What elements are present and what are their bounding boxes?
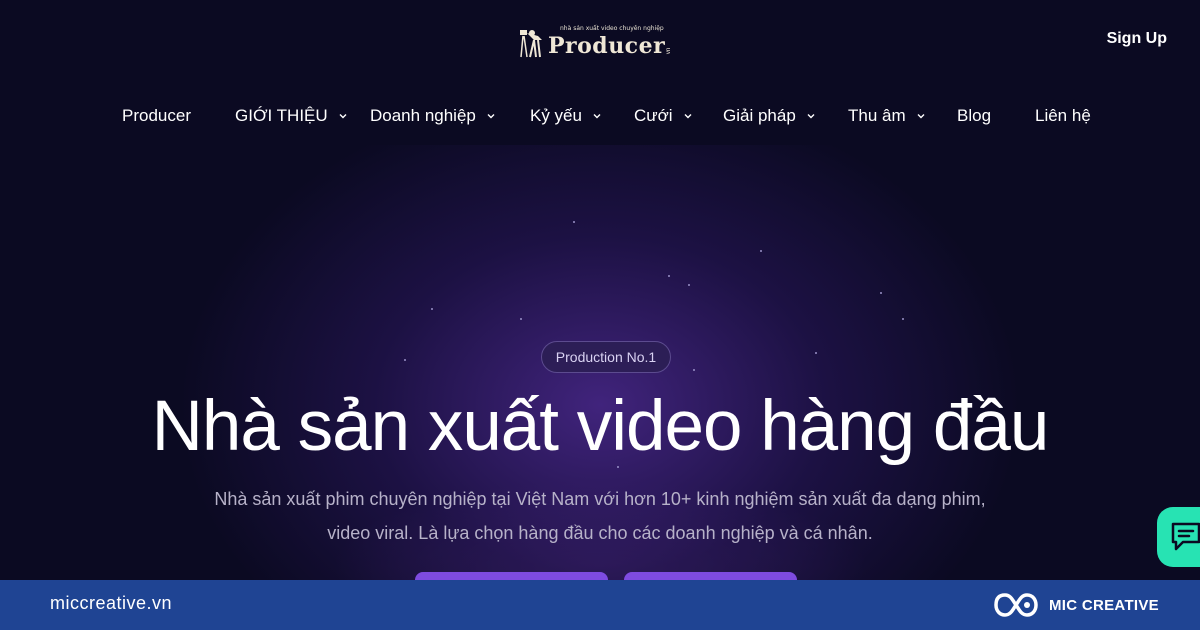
main-nav: Producer GIỚI THIỆU Doanh nghiệp Kỷ yếu … bbox=[0, 106, 1200, 128]
mic-creative-logo: MIC CREATIVE bbox=[993, 591, 1159, 619]
nav-item-gioi-thieu[interactable]: GIỚI THIỆU bbox=[235, 106, 348, 126]
chevron-down-icon bbox=[917, 114, 925, 119]
nav-item-label: Blog bbox=[957, 106, 992, 125]
nav-item-thu-am[interactable]: Thu âm bbox=[848, 106, 926, 126]
chat-widget-button[interactable] bbox=[1157, 507, 1200, 567]
logo-suffix: vn bbox=[666, 47, 673, 55]
nav-item-label: Giải pháp bbox=[723, 106, 796, 125]
footer-domain: miccreative.vn bbox=[50, 593, 173, 613]
hero-subtext-line-1: Nhà sản xuất phim chuyên nghiệp tại Việt… bbox=[214, 489, 986, 509]
nav-item-label: Liên hệ bbox=[1035, 106, 1091, 125]
nav-item-label: Thu âm bbox=[848, 106, 906, 125]
chevron-down-icon bbox=[684, 114, 692, 119]
nav-item-label: Kỷ yếu bbox=[530, 106, 582, 125]
nav-item-producer[interactable]: Producer bbox=[122, 106, 191, 126]
nav-item-label: Producer bbox=[122, 106, 191, 125]
footer-brand-name: MIC CREATIVE bbox=[1049, 596, 1159, 614]
infinity-logo-icon bbox=[994, 593, 1038, 617]
chevron-down-icon bbox=[807, 114, 815, 119]
producer-logo[interactable]: nhà sản xuất video chuyên nghiệp Produce… bbox=[520, 22, 680, 62]
chevron-down-icon bbox=[593, 114, 601, 119]
nav-item-label: Cưới bbox=[634, 106, 673, 125]
logo-tagline: nhà sản xuất video chuyên nghiệp bbox=[560, 25, 664, 32]
nav-item-ky-yeu[interactable]: Kỷ yếu bbox=[530, 106, 602, 126]
footer-bar: miccreative.vn MIC CREATIVE bbox=[0, 580, 1200, 630]
hero-subtext: Nhà sản xuất phim chuyên nghiệp tại Việt… bbox=[180, 482, 1020, 550]
cameraman-icon bbox=[520, 30, 542, 58]
nav-item-lien-he[interactable]: Liên hệ bbox=[1035, 106, 1091, 126]
sign-up-button[interactable]: Sign Up bbox=[1107, 30, 1167, 48]
hero-subtext-line-2: video viral. Là lựa chọn hàng đầu cho cá… bbox=[327, 523, 873, 543]
chevron-down-icon bbox=[339, 114, 347, 119]
nav-item-doanh-nghiep[interactable]: Doanh nghiệp bbox=[370, 106, 496, 126]
chevron-down-icon bbox=[487, 114, 495, 119]
logo-wordmark: Producer bbox=[548, 33, 666, 59]
nav-item-giai-phap[interactable]: Giải pháp bbox=[723, 106, 816, 126]
nav-item-label: GIỚI THIỆU bbox=[235, 106, 328, 125]
production-badge: Production No.1 bbox=[541, 341, 671, 373]
hero-headline: Nhà sản xuất video hàng đầu bbox=[151, 387, 1050, 466]
nav-item-blog[interactable]: Blog bbox=[957, 106, 991, 126]
nav-item-label: Doanh nghiệp bbox=[370, 106, 476, 125]
chat-icon bbox=[1171, 522, 1200, 551]
nav-item-cuoi[interactable]: Cưới bbox=[634, 106, 693, 126]
